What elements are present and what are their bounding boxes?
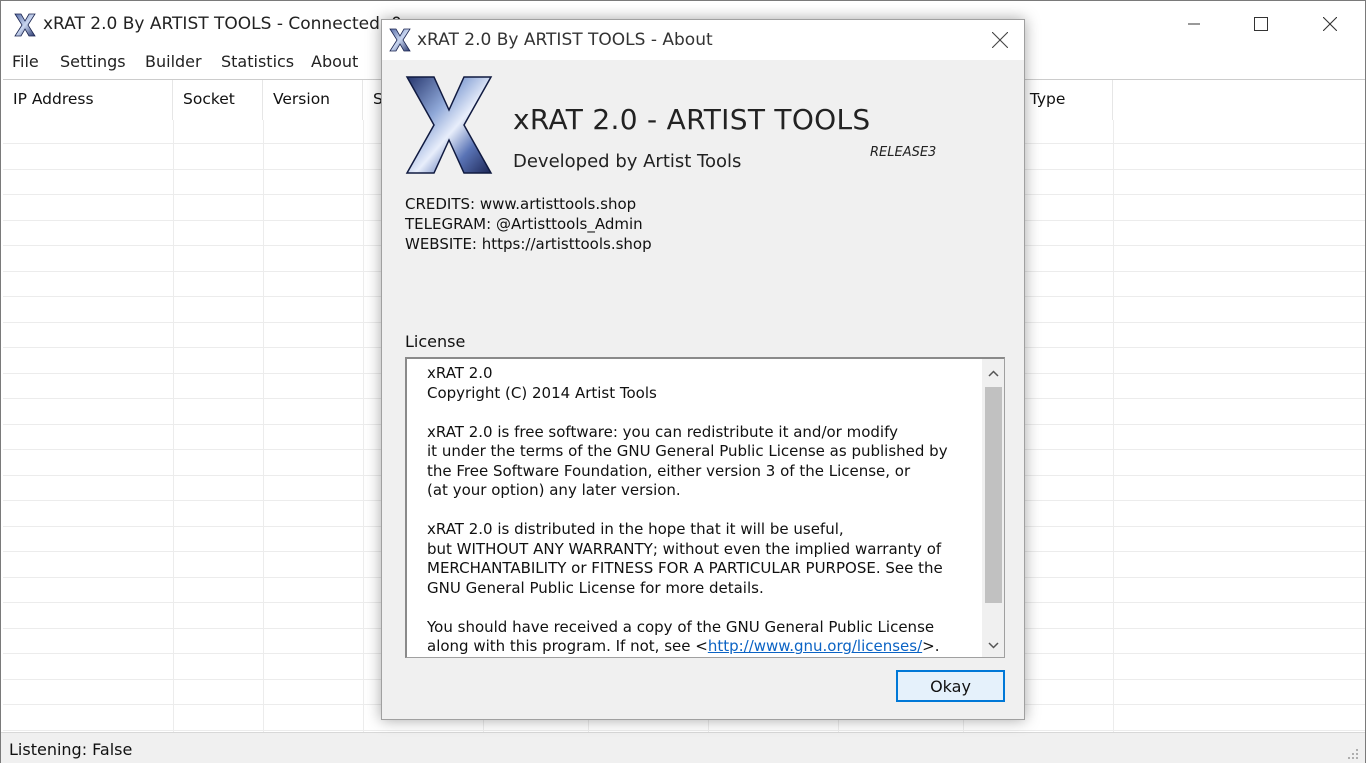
dialog-close-button[interactable]	[976, 20, 1024, 60]
license-last-prefix: along with this program. If not, see <	[427, 637, 708, 655]
license-text: xRAT 2.0 Copyright (C) 2014 Artist Tools…	[427, 364, 977, 657]
license-last-line: along with this program. If not, see <ht…	[427, 637, 977, 657]
gnu-licenses-link[interactable]: http://www.gnu.org/licenses/	[708, 637, 922, 655]
okay-button[interactable]: Okay	[896, 670, 1005, 702]
x-logo-icon	[389, 28, 411, 52]
license-line: GNU General Public License for more deta…	[427, 578, 764, 597]
menu-statistics[interactable]: Statistics	[221, 52, 294, 71]
grid-column-line	[363, 120, 364, 732]
x-logo-icon	[14, 13, 36, 37]
column-header-socket[interactable]: Socket	[173, 80, 263, 120]
menu-about[interactable]: About	[311, 52, 358, 71]
dialog-title-bar[interactable]: xRAT 2.0 By ARTIST TOOLS - About	[382, 20, 1024, 60]
license-blank-line	[427, 598, 977, 618]
column-header-ip-address[interactable]: IP Address	[3, 80, 173, 120]
license-line: xRAT 2.0	[427, 364, 493, 382]
chevron-up-icon	[987, 369, 999, 377]
license-textbox[interactable]: xRAT 2.0 Copyright (C) 2014 Artist Tools…	[405, 357, 1005, 658]
close-icon	[992, 32, 1008, 48]
license-line: Copyright (C) 2014 Artist Tools	[427, 383, 657, 402]
grid-row-line	[3, 730, 1365, 731]
status-bar: Listening: False	[1, 732, 1365, 763]
license-line: it under the terms of the GNU General Pu…	[427, 442, 948, 460]
website-line: WEBSITE: https://artisttools.shop	[405, 235, 652, 253]
product-title: xRAT 2.0 - ARTIST TOOLS	[513, 103, 871, 136]
menu-settings[interactable]: Settings	[60, 52, 126, 71]
minimize-button[interactable]	[1171, 1, 1217, 47]
license-line: MERCHANTABILITY or FITNESS FOR A PARTICU…	[427, 559, 943, 577]
about-dialog: xRAT 2.0 By ARTIST TOOLS - About xRAT 2.…	[381, 19, 1025, 720]
dialog-title: xRAT 2.0 By ARTIST TOOLS - About	[417, 30, 713, 50]
license-blank-line	[427, 501, 977, 521]
scroll-thumb[interactable]	[985, 387, 1002, 603]
chevron-down-icon	[987, 641, 999, 649]
license-blank-line	[427, 403, 977, 423]
license-line: You should have received a copy of the G…	[427, 617, 935, 636]
license-line: xRAT 2.0 is distributed in the hope that…	[427, 520, 844, 538]
close-button[interactable]	[1307, 1, 1353, 47]
scroll-up-button[interactable]	[982, 361, 1004, 385]
menu-builder[interactable]: Builder	[145, 52, 202, 71]
developer-label: Developed by Artist Tools	[513, 151, 742, 172]
license-last-suffix: >.	[922, 637, 940, 655]
minimize-icon	[1188, 23, 1200, 25]
license-line: but WITHOUT ANY WARRANTY; without even t…	[427, 539, 942, 558]
menu-file[interactable]: File	[12, 52, 39, 71]
window-title: xRAT 2.0 By ARTIST TOOLS - Connected: 0	[43, 14, 402, 34]
maximize-button[interactable]	[1238, 1, 1284, 47]
license-line: the Free Software Foundation, either ver…	[427, 461, 911, 480]
column-header-version[interactable]: Version	[263, 80, 363, 120]
grid-column-line	[263, 120, 264, 732]
scroll-down-button[interactable]	[982, 633, 1004, 657]
maximize-icon	[1254, 17, 1268, 31]
license-line: xRAT 2.0 is free software: you can redis…	[427, 422, 898, 441]
release-label: RELEASE3	[870, 145, 937, 160]
license-scrollbar[interactable]	[982, 359, 1004, 657]
license-line: (at your option) any later version.	[427, 481, 681, 499]
license-label: License	[405, 332, 466, 351]
grid-column-line	[1113, 120, 1114, 732]
grid-column-line	[173, 120, 174, 732]
resize-grip-icon[interactable]	[1347, 748, 1359, 760]
close-icon	[1323, 17, 1337, 31]
telegram-line: TELEGRAM: @Artisttools_Admin	[405, 215, 643, 233]
x-logo-icon	[405, 76, 493, 174]
credits-line: CREDITS: www.artisttools.shop	[405, 195, 637, 213]
listening-status: Listening: False	[9, 740, 133, 759]
